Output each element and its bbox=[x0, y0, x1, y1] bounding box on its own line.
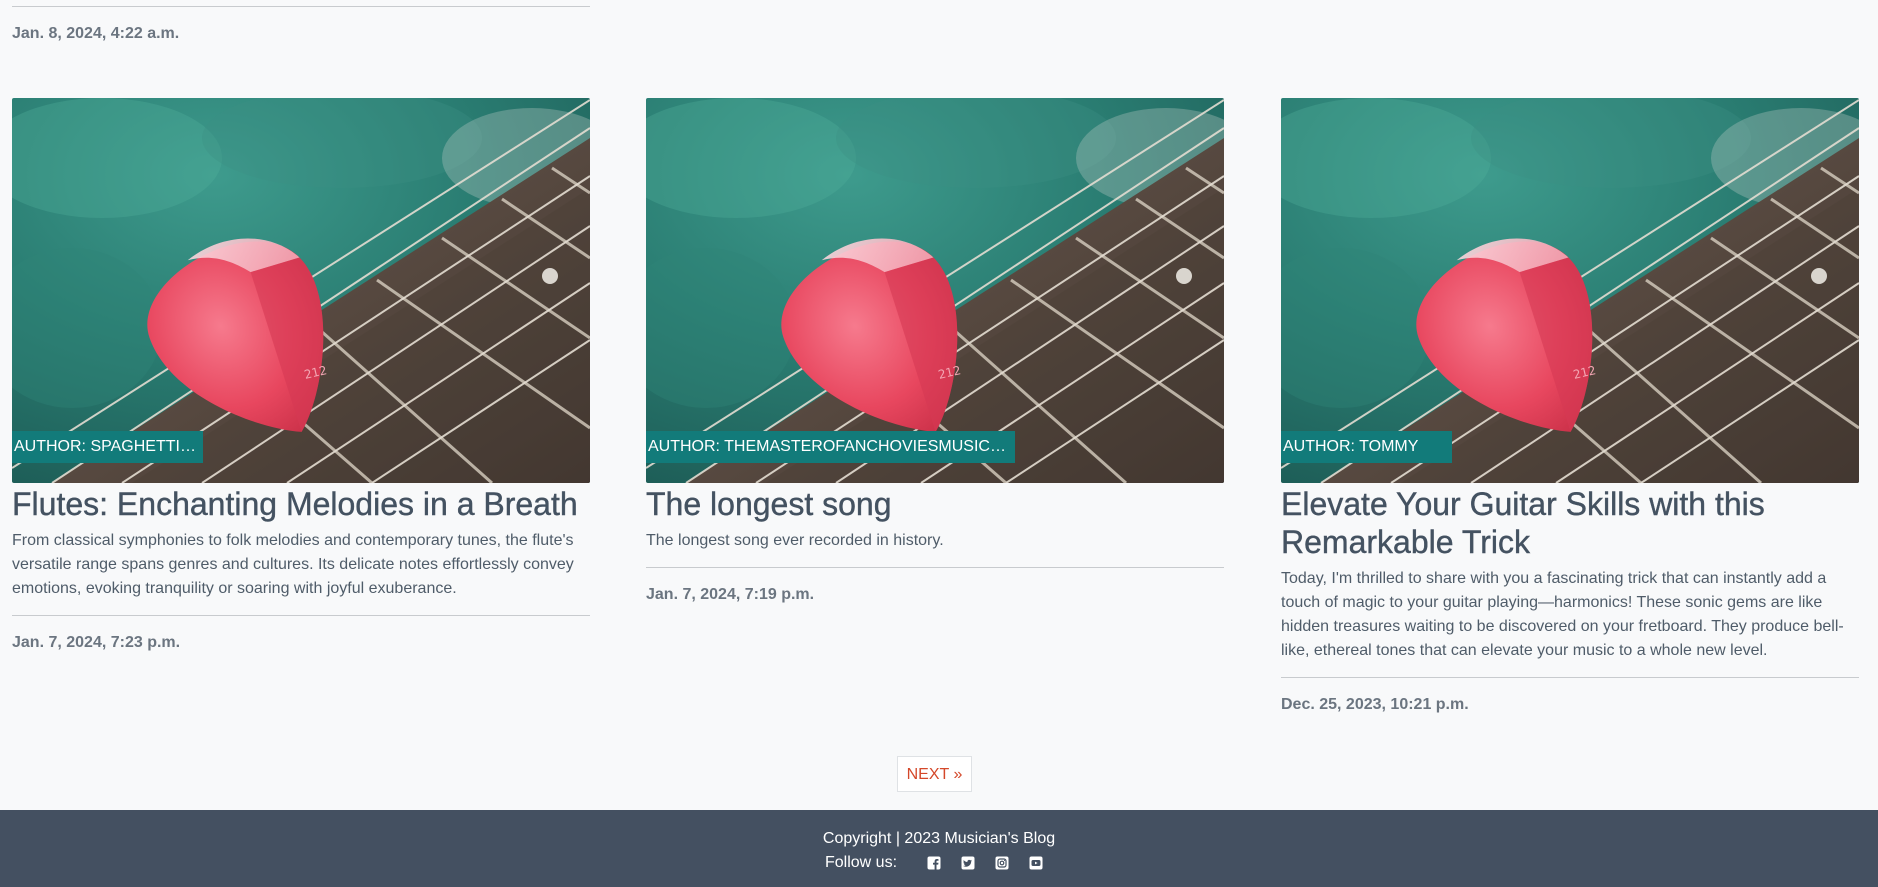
site-footer: Copyright | 2023 Musician's Blog Follow … bbox=[0, 810, 1878, 887]
guitar-pick-image bbox=[646, 98, 1224, 483]
divider bbox=[1281, 677, 1859, 678]
post-card[interactable]: AUTHOR: SPAGHETTIMAN Flutes: Enchanting … bbox=[12, 98, 590, 652]
post-date: Jan. 7, 2024, 7:19 p.m. bbox=[646, 586, 815, 603]
post-excerpt: From classical symphonies to folk melodi… bbox=[12, 532, 574, 597]
instagram-icon[interactable] bbox=[995, 856, 1009, 870]
author-badge: AUTHOR: THEMASTEROFANCHOVIESMUSICANDE... bbox=[646, 431, 1015, 463]
social-links: Follow us: bbox=[0, 853, 1878, 873]
post-excerpt: Today, I'm thrilled to share with you a … bbox=[1281, 570, 1844, 659]
twitter-icon[interactable] bbox=[961, 856, 975, 870]
youtube-icon[interactable] bbox=[1029, 856, 1043, 870]
guitar-pick-image bbox=[12, 98, 590, 483]
post-card[interactable]: AUTHOR: THEMASTEROFANCHOVIESMUSICANDE...… bbox=[646, 98, 1224, 604]
divider bbox=[12, 6, 590, 7]
post-title[interactable]: Flutes: Enchanting Melodies in a Breath bbox=[12, 485, 590, 523]
post-title[interactable]: Elevate Your Guitar Skills with this Rem… bbox=[1281, 485, 1859, 561]
post-title[interactable]: The longest song bbox=[646, 485, 1224, 523]
post-image[interactable]: AUTHOR: TOMMY bbox=[1281, 98, 1859, 483]
post-card[interactable]: AUTHOR: TOMMY Elevate Your Guitar Skills… bbox=[1281, 98, 1859, 714]
post-image[interactable]: AUTHOR: THEMASTEROFANCHOVIESMUSICANDE... bbox=[646, 98, 1224, 483]
guitar-pick-image bbox=[1281, 98, 1859, 483]
facebook-icon[interactable] bbox=[927, 856, 941, 870]
post-excerpt: The longest song ever recorded in histor… bbox=[646, 532, 944, 549]
author-badge: AUTHOR: SPAGHETTIMAN bbox=[12, 431, 203, 463]
previous-post-footer: Jan. 8, 2024, 4:22 a.m. bbox=[12, 0, 590, 43]
post-image[interactable]: AUTHOR: SPAGHETTIMAN bbox=[12, 98, 590, 483]
divider bbox=[12, 615, 590, 616]
post-date: Jan. 7, 2024, 7:23 p.m. bbox=[12, 634, 181, 651]
next-page-button[interactable]: NEXT » bbox=[897, 756, 972, 792]
copyright-text: Copyright | 2023 Musician's Blog bbox=[822, 830, 1056, 847]
follow-label: Follow us: bbox=[824, 854, 898, 871]
post-date: Jan. 8, 2024, 4:22 a.m. bbox=[12, 25, 180, 42]
post-date: Dec. 25, 2023, 10:21 p.m. bbox=[1281, 696, 1469, 713]
divider bbox=[646, 567, 1224, 568]
author-badge: AUTHOR: TOMMY bbox=[1281, 431, 1452, 463]
